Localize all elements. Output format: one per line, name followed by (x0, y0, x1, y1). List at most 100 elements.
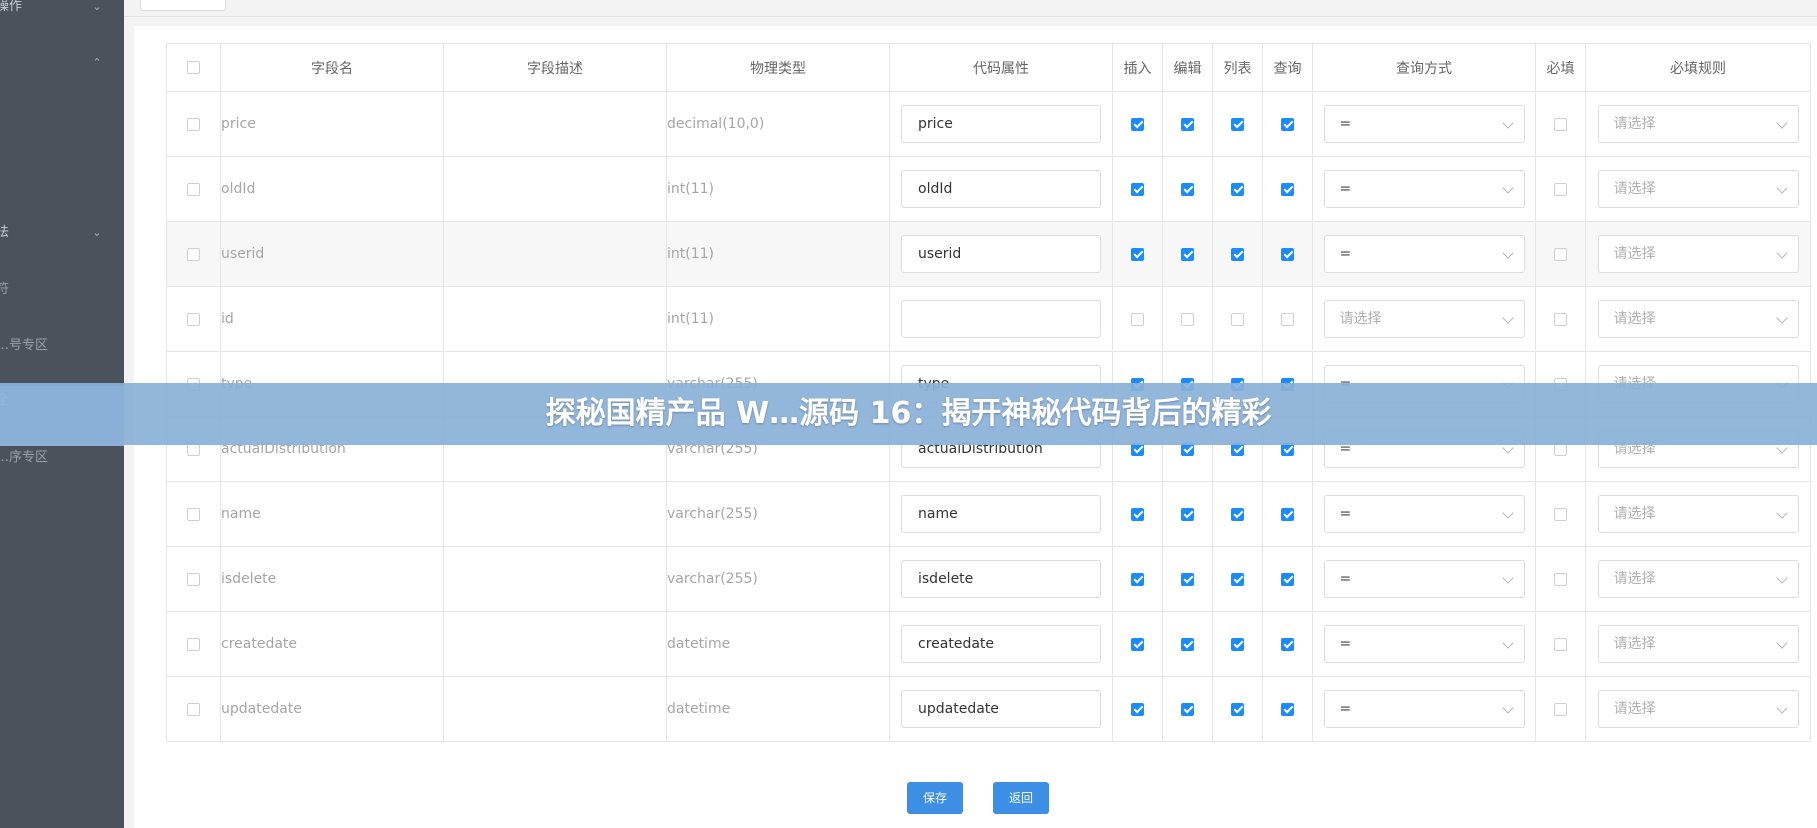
required-checkbox[interactable] (1554, 572, 1567, 586)
row-select-cell (166, 156, 221, 222)
query-mode-select[interactable]: = (1323, 105, 1525, 143)
query-checkbox[interactable] (1281, 637, 1294, 651)
row-select-checkbox[interactable] (187, 702, 200, 716)
required-rule-select[interactable]: 请选择 (1597, 235, 1799, 273)
list-checkbox[interactable] (1231, 312, 1244, 326)
query-mode-value: = (1339, 506, 1352, 522)
code-attr-cell: createdate (889, 611, 1113, 677)
required-checkbox[interactable] (1554, 247, 1567, 261)
required-checkbox[interactable] (1554, 507, 1567, 521)
required-rule-select[interactable]: 请选择 (1597, 495, 1799, 533)
query-mode-select[interactable]: = (1323, 495, 1525, 533)
required-rule-select[interactable]: 请选择 (1597, 300, 1799, 338)
insert-cell (1112, 91, 1163, 157)
sidebar-item-operations[interactable]: 操作 ⌄ (0, 0, 124, 22)
select-all-checkbox[interactable] (187, 61, 200, 74)
header-query-mode: 查询方式 (1312, 43, 1536, 92)
edit-checkbox[interactable] (1181, 117, 1194, 131)
row-select-checkbox[interactable] (187, 572, 200, 586)
query-checkbox[interactable] (1281, 507, 1294, 521)
edit-checkbox[interactable] (1181, 507, 1194, 521)
insert-checkbox[interactable] (1131, 702, 1144, 716)
edit-checkbox[interactable] (1181, 702, 1194, 716)
edit-checkbox[interactable] (1181, 637, 1194, 651)
table-row: name varchar(255) name = 请选择 (166, 481, 1811, 547)
query-checkbox[interactable] (1281, 182, 1294, 196)
query-checkbox[interactable] (1281, 572, 1294, 586)
insert-checkbox[interactable] (1131, 572, 1144, 586)
required-checkbox[interactable] (1554, 182, 1567, 196)
query-checkbox[interactable] (1281, 312, 1294, 326)
required-rule-select[interactable]: 请选择 (1597, 560, 1799, 598)
required-checkbox[interactable] (1554, 702, 1567, 716)
query-checkbox[interactable] (1281, 702, 1294, 716)
sidebar-item-number-zone[interactable]: …号专区 (0, 331, 124, 361)
edit-checkbox[interactable] (1181, 572, 1194, 586)
code-attr-input[interactable]: isdelete (901, 560, 1101, 598)
required-checkbox[interactable] (1554, 117, 1567, 131)
list-checkbox[interactable] (1231, 507, 1244, 521)
edit-checkbox[interactable] (1181, 312, 1194, 326)
code-attr-input[interactable] (901, 300, 1101, 338)
required-rule-select[interactable]: 请选择 (1597, 625, 1799, 663)
list-checkbox[interactable] (1231, 182, 1244, 196)
sidebar-item-method[interactable]: 法 ⌄ (0, 218, 124, 248)
list-cell (1212, 156, 1263, 222)
row-select-checkbox[interactable] (187, 182, 200, 196)
required-checkbox[interactable] (1554, 637, 1567, 651)
query-mode-select[interactable]: = (1323, 625, 1525, 663)
code-attr-input[interactable]: userid (901, 235, 1101, 273)
edit-checkbox[interactable] (1181, 182, 1194, 196)
code-attr-input[interactable]: updatedate (901, 690, 1101, 728)
list-checkbox[interactable] (1231, 637, 1244, 651)
code-attr-cell: isdelete (889, 546, 1113, 612)
required-rule-select[interactable]: 请选择 (1597, 170, 1799, 208)
insert-checkbox[interactable] (1131, 117, 1144, 131)
query-mode-select[interactable]: 请选择 (1323, 300, 1525, 338)
row-select-cell (166, 611, 221, 677)
code-attr-input[interactable]: createdate (901, 625, 1101, 663)
query-mode-select[interactable]: = (1323, 235, 1525, 273)
code-attr-cell (889, 286, 1113, 352)
insert-checkbox[interactable] (1131, 182, 1144, 196)
back-button[interactable]: 返回 (993, 782, 1049, 814)
top-tab[interactable] (140, 0, 226, 11)
required-checkbox[interactable] (1554, 312, 1567, 326)
required-rule-select[interactable]: 请选择 (1597, 690, 1799, 728)
query-mode-cell: = (1312, 156, 1536, 222)
query-mode-cell: = (1312, 481, 1536, 547)
physical-type: datetime (666, 611, 890, 677)
chevron-down-icon (1501, 247, 1514, 259)
chevron-down-icon (1501, 117, 1514, 129)
code-attr-input[interactable]: price (901, 105, 1101, 143)
insert-checkbox[interactable] (1131, 637, 1144, 651)
query-checkbox[interactable] (1281, 247, 1294, 261)
list-cell (1212, 546, 1263, 612)
row-select-checkbox[interactable] (187, 117, 200, 131)
sidebar-item-group[interactable]: ⌃ (0, 48, 124, 78)
insert-checkbox[interactable] (1131, 312, 1144, 326)
insert-checkbox[interactable] (1131, 507, 1144, 521)
row-select-checkbox[interactable] (187, 637, 200, 651)
sidebar-item-symbol[interactable]: 符 (0, 275, 124, 305)
sidebar-item-program-zone[interactable]: …序专区 (0, 443, 124, 473)
list-checkbox[interactable] (1231, 247, 1244, 261)
query-mode-select[interactable]: = (1323, 690, 1525, 728)
query-mode-select[interactable]: = (1323, 170, 1525, 208)
list-checkbox[interactable] (1231, 117, 1244, 131)
save-button[interactable]: 保存 (907, 782, 963, 814)
query-checkbox[interactable] (1281, 117, 1294, 131)
row-select-checkbox[interactable] (187, 507, 200, 521)
row-select-checkbox[interactable] (187, 312, 200, 326)
code-attr-input[interactable]: name (901, 495, 1101, 533)
required-rule-select[interactable]: 请选择 (1597, 105, 1799, 143)
row-select-checkbox[interactable] (187, 247, 200, 261)
code-attr-input[interactable]: oldId (901, 170, 1101, 208)
edit-checkbox[interactable] (1181, 247, 1194, 261)
chevron-down-icon: ⌄ (92, 0, 102, 13)
code-attr-cell: updatedate (889, 676, 1113, 742)
query-mode-select[interactable]: = (1323, 560, 1525, 598)
list-checkbox[interactable] (1231, 702, 1244, 716)
list-checkbox[interactable] (1231, 572, 1244, 586)
insert-checkbox[interactable] (1131, 247, 1144, 261)
